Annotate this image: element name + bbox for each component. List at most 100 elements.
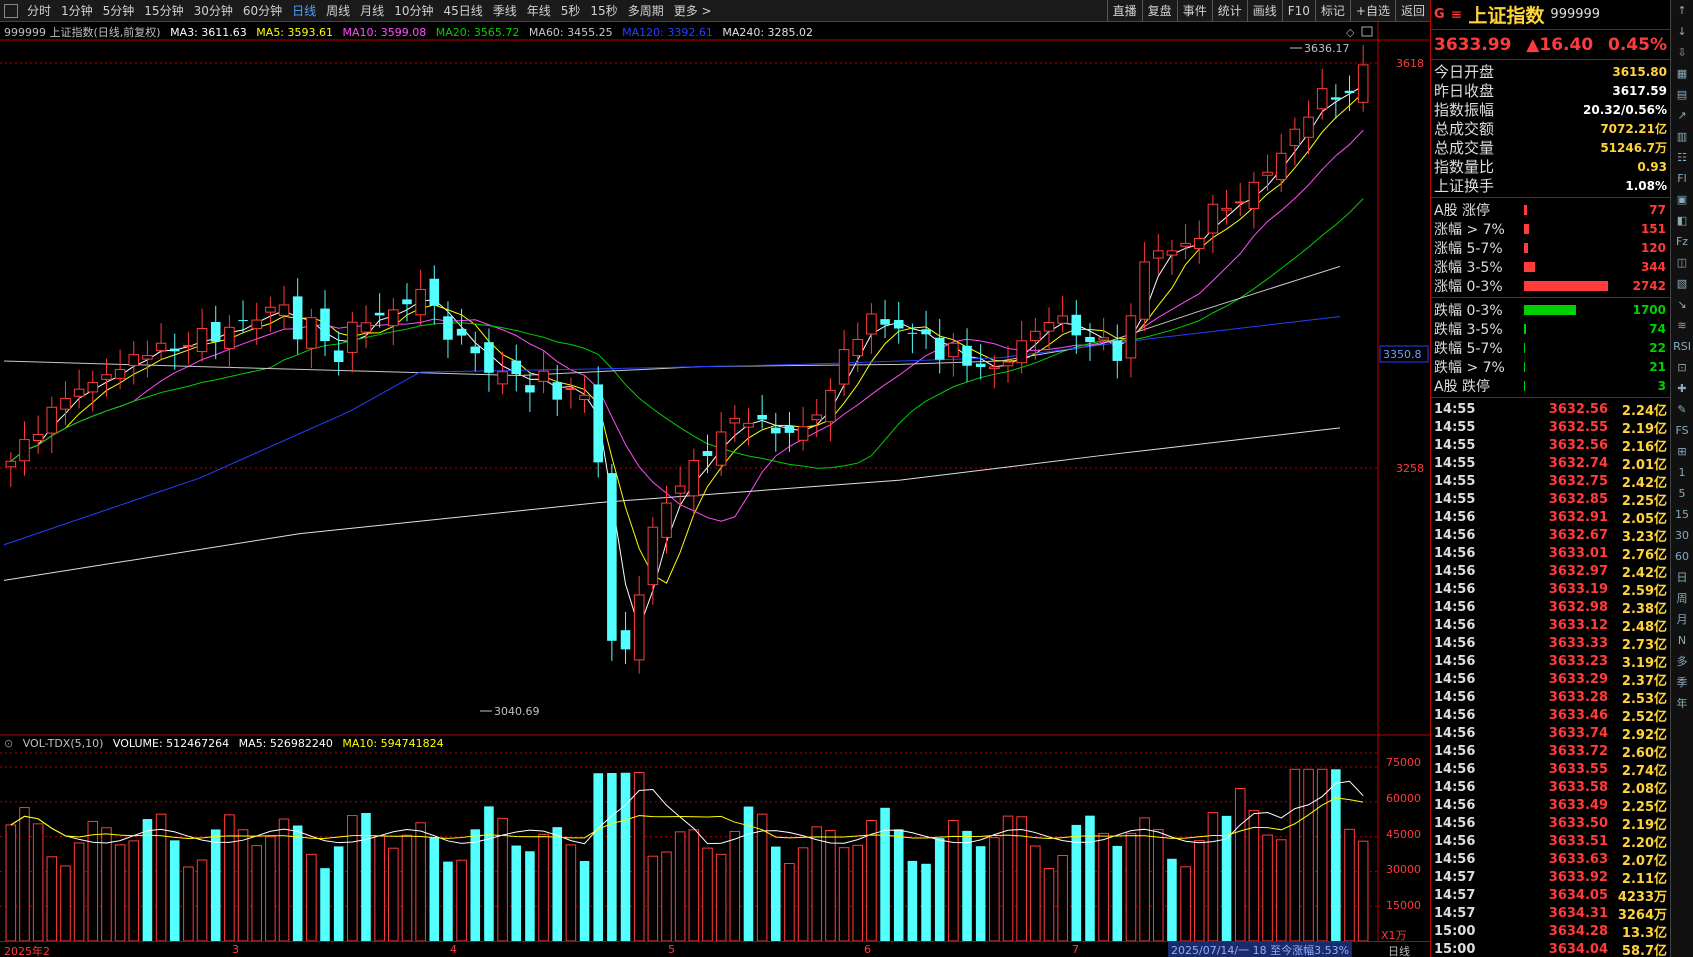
tick-row: 14:56 3633.55 2.74亿 [1431,760,1670,779]
volume-bar [975,846,986,941]
sidebar-tool-29[interactable]: 月 [1671,609,1693,630]
tick-list[interactable]: 14:55 3632.56 2.24亿 14:55 3632.55 2.19亿 14:55 3… [1431,398,1670,957]
sidebar-tool-8[interactable]: Fl [1671,168,1693,189]
candle-body [1002,361,1014,367]
price-label-mid: 3350.8 [1383,348,1422,361]
volume-bar [962,830,972,941]
candle-body [114,369,126,379]
sidebar-tool-25[interactable]: 30 [1671,525,1693,546]
sidebar-tool-26[interactable]: 60 [1671,546,1693,567]
sidebar-tool-33[interactable]: 年 [1671,693,1693,714]
tick-row: 14:56 3632.97 2.42亿 [1431,562,1670,581]
candle-body [456,328,467,336]
menu-icon[interactable]: ≡ [1451,7,1463,23]
sidebar-tool-19[interactable]: ✎ [1671,399,1693,420]
tick-price: 3633.74 [1548,725,1608,741]
sidebar-tool-13[interactable]: ▧ [1671,273,1693,294]
tool-sidebar: ↑ ↓ ⇩ ▦ ▤ ↗ ▥ ☷ Fl ▣ ◧ Fz ◫ ▧ ↘ ≋ RSI ⊡ ✚ ✎ FS ⊞ 1 5 15 30 60 日周月 N 多… [1670,0,1693,957]
volume-bar [688,829,700,942]
sidebar-tool-6[interactable]: ▥ [1671,126,1693,147]
vol-label-30000: 30000 [1386,863,1421,876]
volume-bar [948,819,959,942]
tick-amount: 2.05亿 [1621,511,1667,527]
x-label-apr: 4 [450,943,457,956]
sidebar-tool-16[interactable]: RSI [1671,336,1693,357]
price-label-low: 3258 [1396,462,1424,475]
tick-price: 3632.56 [1548,437,1608,453]
tick-row: 14:55 3632.55 2.19亿 [1431,418,1670,437]
tick-time: 14:55 [1434,455,1476,471]
dist-value: 3 [1657,378,1666,393]
dist-value: 77 [1649,202,1666,217]
volume-bar [497,817,508,942]
window-toggle-icon[interactable] [1361,26,1373,37]
sidebar-tool-2[interactable]: ⇩ [1671,42,1693,63]
sidebar-tool-5[interactable]: ↗ [1671,105,1693,126]
sidebar-tool-12[interactable]: ◫ [1671,252,1693,273]
kline-chart[interactable]: 3618 3350.8 3258 3636.17 3040.69 75000 6… [0,0,1430,957]
vol-legend-volume: VOLUME: 512467264 [112,737,230,750]
tick-amount: 2.07亿 [1621,853,1667,869]
candle-body [729,417,741,424]
tick-row: 14:56 3632.67 3.23亿 [1431,526,1670,545]
sidebar-tool-10[interactable]: ◧ [1671,210,1693,231]
sidebar-tool-31[interactable]: 多 [1671,651,1693,672]
candle-body [1125,315,1137,359]
sidebar-tool-23[interactable]: 5 [1671,483,1693,504]
stat-label: 总成交量 [1434,139,1495,157]
volume-bar [333,846,344,941]
group-tag[interactable]: G [1434,7,1445,22]
vol-legend-title: VOL-TDX(5,10) [22,737,104,750]
candle-body [19,439,30,462]
sidebar-tool-18[interactable]: ✚ [1671,378,1693,399]
candle-body [1303,116,1314,138]
dist-value: 344 [1640,259,1666,274]
sidebar-tool-4[interactable]: ▤ [1671,84,1693,105]
candle-body [1071,314,1082,336]
volume-bar [620,772,631,941]
candle-body [142,355,153,360]
sidebar-tool-21[interactable]: ⊞ [1671,441,1693,462]
x-period[interactable]: 日线 [1388,943,1410,957]
volume-bar [237,829,249,942]
volume-bar [32,823,44,942]
tick-row: 14:57 3634.05 4233万 [1431,886,1670,905]
candle-body [948,342,959,358]
sidebar-tool-30[interactable]: N [1671,630,1693,651]
volume-bar [647,855,659,942]
candle-body [838,349,850,385]
tick-price: 3633.63 [1548,851,1608,867]
tick-price: 3633.28 [1548,689,1608,705]
tick-time: 14:55 [1434,401,1476,417]
sidebar-tool-11[interactable]: Fz [1671,231,1693,252]
x-label-jun: 6 [864,943,871,956]
stat-value: 3617.59 [1612,83,1667,98]
tick-time: 14:57 [1434,869,1476,885]
sidebar-tool-17[interactable]: ⊡ [1671,357,1693,378]
sidebar-tool-9[interactable]: ▣ [1671,189,1693,210]
high-marker: 3636.17 [1304,42,1350,55]
sidebar-tool-20[interactable]: FS [1671,420,1693,441]
sidebar-tool-14[interactable]: ↘ [1671,294,1693,315]
sidebar-tool-1[interactable]: ↓ [1671,21,1693,42]
sidebar-tool-28[interactable]: 周 [1671,588,1693,609]
sidebar-tool-27[interactable]: 日 [1671,567,1693,588]
sidebar-tool-22[interactable]: 1 [1671,462,1693,483]
diamond-icon[interactable]: ◇ [1346,26,1355,39]
tick-time: 14:56 [1434,599,1476,615]
tick-price: 3633.19 [1548,581,1608,597]
sidebar-tool-7[interactable]: ☷ [1671,147,1693,168]
sidebar-tool-15[interactable]: ≋ [1671,315,1693,336]
candle-body [101,374,112,380]
tick-time: 14:56 [1434,689,1476,705]
sidebar-tool-24[interactable]: 15 [1671,504,1693,525]
tick-price: 3632.55 [1548,419,1608,435]
x-label-feb: 2025年2 [4,945,50,957]
sidebar-tool-3[interactable]: ▦ [1671,63,1693,84]
candle-body [866,313,877,335]
sidebar-tool-0[interactable]: ↑ [1671,0,1693,21]
candle-body [183,344,194,347]
candle-body [128,354,140,366]
dist-bar [1524,262,1535,272]
sidebar-tool-32[interactable]: 季 [1671,672,1693,693]
